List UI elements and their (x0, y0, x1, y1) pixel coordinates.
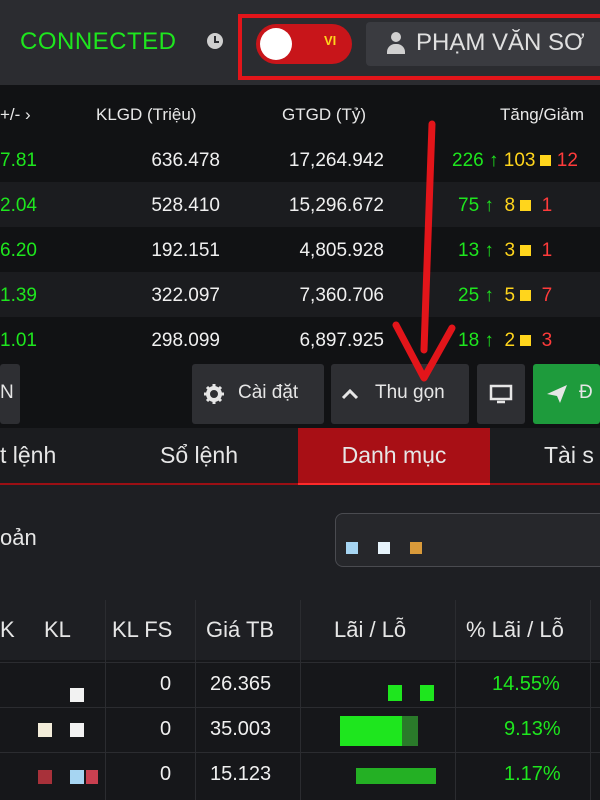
column-header-volume: KLGD (Triệu) (96, 105, 197, 124)
masked-pixel (356, 768, 436, 784)
gear-icon (204, 384, 224, 404)
account-label: oản (0, 525, 37, 550)
square-icon (520, 245, 532, 256)
language-label: VI (324, 33, 337, 48)
tab-portfolio[interactable]: Danh mục (298, 428, 490, 486)
up-arrow-icon: ↑ (484, 195, 494, 216)
tab-order-book[interactable]: Sổ lệnh (160, 428, 238, 483)
masked-pixel (70, 688, 84, 702)
toggle-knob (260, 28, 292, 60)
unchanged: 103 (503, 150, 536, 171)
connection-status: CONNECTED (20, 28, 177, 55)
table-row[interactable]: 0 26.365 14.55% (0, 662, 600, 708)
masked-pixel (70, 770, 84, 784)
table-row[interactable]: 0 35.003 9.13% (0, 707, 600, 753)
monitor-icon (489, 384, 513, 404)
place-order-button[interactable]: Đ (533, 364, 600, 424)
masked-pixel (70, 723, 84, 737)
up-arrow-icon: ↑ (484, 285, 494, 306)
masked-pixel (378, 542, 390, 554)
column-header-advance-decline: Tăng/Giảm (500, 105, 585, 124)
language-toggle[interactable]: VI (256, 24, 352, 64)
up-arrow-icon: ↑ (488, 150, 499, 171)
left-button[interactable]: N (0, 364, 20, 424)
masked-pixel (86, 770, 98, 784)
square-icon (520, 290, 532, 301)
masked-pixel (388, 685, 402, 701)
tab-bar: t lệnh Sổ lệnh Danh mục Tài s (0, 428, 600, 486)
market-summary-table: +/- › KLGD (Triệu) GTGD (Tỷ) Tăng/Giảm 7… (0, 85, 600, 360)
account-row: oản (0, 485, 600, 600)
masked-pixel (420, 685, 434, 701)
up-arrow-icon: ↑ (484, 330, 494, 351)
user-icon (386, 32, 406, 54)
send-icon (547, 385, 567, 403)
tab-assets[interactable]: Tài s (544, 428, 594, 483)
toolbar: N Cài đặt Thu gọn Đ (0, 360, 600, 428)
tab-place-order[interactable]: t lệnh (0, 428, 56, 483)
table-row[interactable]: 6.20 192.151 4,805.928 13 ↑ 3 1 (0, 227, 600, 272)
settings-button[interactable]: Cài đặt (192, 364, 324, 424)
masked-pixel (402, 716, 418, 746)
square-icon (520, 200, 532, 211)
table-row[interactable]: 1.01 298.099 6,897.925 18 ↑ 2 3 (0, 317, 600, 362)
display-button[interactable] (477, 364, 525, 424)
table-row[interactable]: 2.04 528.410 15,296.672 75 ↑ 8 1 (0, 182, 600, 227)
up-arrow-icon: ↑ (484, 240, 494, 261)
masked-pixel (340, 716, 402, 746)
masked-pixel (38, 770, 52, 784)
top-bar: CONNECTED VI PHẠM VĂN SƠ (0, 0, 600, 85)
decliners: 1 (541, 195, 553, 216)
masked-pixel (346, 542, 358, 554)
unchanged: 5 (504, 285, 516, 306)
square-icon (540, 155, 552, 166)
masked-pixel (38, 723, 52, 737)
portfolio-table: K KL KL FS Giá TB Lãi / Lỗ % Lãi / Lỗ 0 … (0, 600, 600, 800)
table-row[interactable]: 7.81 636.478 17,264.942 226 ↑ 103 12 (0, 137, 600, 182)
decliners: 12 (556, 150, 578, 171)
table-row[interactable]: 0 15.123 1.17% (0, 752, 600, 798)
unchanged: 3 (504, 240, 516, 261)
square-icon (520, 335, 532, 346)
user-name: PHẠM VĂN SƠ (416, 29, 585, 56)
table-row[interactable]: 1.39 322.097 7,360.706 25 ↑ 5 7 (0, 272, 600, 317)
decliners: 1 (541, 240, 553, 261)
chevron-up-icon (341, 388, 359, 400)
annotation-arrow-icon (392, 120, 456, 382)
unchanged: 8 (504, 195, 516, 216)
decliners: 7 (541, 285, 553, 306)
account-select[interactable] (335, 513, 600, 567)
column-header-change: +/- › (0, 105, 31, 124)
clock-icon (207, 33, 223, 49)
masked-pixel (410, 542, 422, 554)
unchanged: 2 (504, 330, 516, 351)
decliners: 3 (541, 330, 553, 351)
column-header-value: GTGD (Tỷ) (282, 105, 367, 124)
